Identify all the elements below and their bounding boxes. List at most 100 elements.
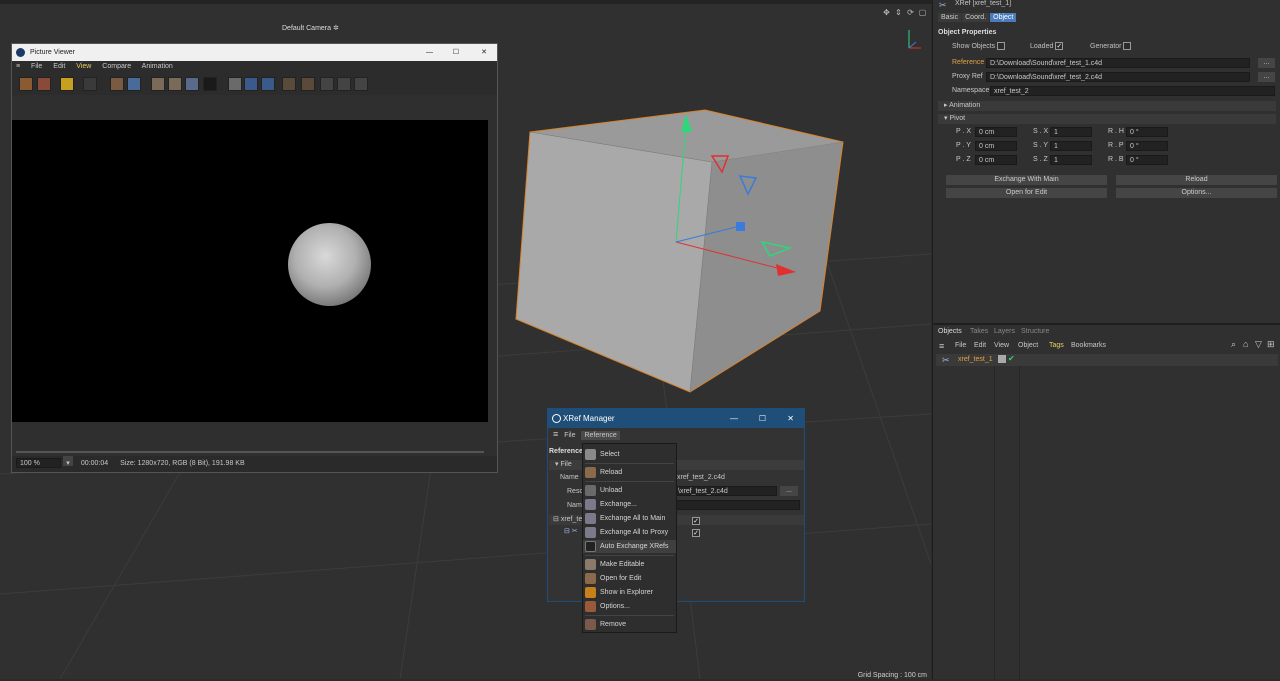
menu-file[interactable]: File [564, 432, 575, 439]
maximize-view-icon[interactable]: ▢ [918, 8, 927, 17]
split-v-icon[interactable] [337, 77, 351, 91]
stop-render-icon[interactable] [83, 77, 97, 91]
cube-object[interactable] [515, 109, 844, 393]
reference-field[interactable]: D:\Download\Sound\xref_test_1.c4d [986, 58, 1250, 68]
namespace-field[interactable] [674, 500, 800, 510]
namespace-field[interactable]: xref_test_2 [990, 86, 1275, 96]
pivot-py-field[interactable]: 0 cm [975, 141, 1017, 151]
zoom-view-icon[interactable]: ⇕ [894, 8, 903, 17]
close-button[interactable]: ✕ [787, 409, 794, 428]
tab-object[interactable]: Object [990, 13, 1017, 22]
enabled-check-icon[interactable]: ✔ [1008, 354, 1015, 363]
pivot-px-field[interactable]: 0 cm [975, 127, 1017, 137]
tree-child-icon[interactable]: ⊟ ✂ [564, 527, 578, 535]
zoom-field[interactable]: 100 % [16, 458, 61, 468]
pivot-sy-field[interactable]: 1 [1050, 141, 1092, 151]
new-window-icon[interactable]: ⊞ [1267, 339, 1275, 350]
menu-tags[interactable]: Tags [1049, 342, 1064, 349]
tab-basic[interactable]: Basic [938, 13, 962, 22]
search-icon[interactable]: ⌕ [1231, 339, 1236, 350]
horizontal-scrollbar[interactable] [16, 451, 484, 453]
hamburger-menu-icon[interactable]: ≡ [16, 63, 20, 70]
tab-structure[interactable]: Structure [1021, 328, 1049, 335]
menu-reference[interactable]: Reference [581, 431, 620, 440]
proxy-field[interactable]: D:\Download\Sound\xref_test_2.c4d [986, 72, 1250, 82]
reference-browse-button[interactable]: ... [1258, 58, 1275, 68]
fit-width-icon[interactable] [261, 77, 275, 91]
maximize-button[interactable]: ☐ [759, 409, 766, 428]
layer-toggle-icon[interactable] [998, 355, 1006, 363]
tab-layers[interactable]: Layers [994, 328, 1015, 335]
hamburger-menu-icon[interactable]: ≡ [553, 429, 558, 439]
menu-item-unload[interactable]: Unload [583, 484, 676, 497]
render-image[interactable] [12, 120, 488, 422]
resolved-field[interactable]: \xref_test_2.c4d [674, 486, 777, 496]
exchange-with-main-button[interactable]: Exchange With Main [946, 175, 1107, 185]
menu-item-auto-exchange[interactable]: Auto Exchange XRefs [583, 540, 676, 553]
menu-item-options[interactable]: Options... [583, 600, 676, 613]
pivot-pz-field[interactable]: 0 cm [975, 155, 1017, 165]
menu-file[interactable]: File [31, 63, 42, 70]
menu-item-exchange[interactable]: Exchange... [583, 498, 676, 511]
close-button[interactable]: ✕ [481, 44, 487, 61]
region-icon[interactable] [228, 77, 242, 91]
pivot-rp-field[interactable]: 0 ° [1126, 141, 1168, 151]
split-h-icon[interactable] [320, 77, 334, 91]
pivot-rh-field[interactable]: 0 ° [1126, 127, 1168, 137]
menu-item-exchange-all-proxy[interactable]: Exchange All to Proxy [583, 526, 676, 539]
tree-row-checkbox[interactable]: ✓ [692, 517, 700, 525]
filter-icon[interactable]: ▽ [1255, 339, 1262, 350]
open-image-icon[interactable] [19, 77, 33, 91]
menu-item-reload[interactable]: Reload [583, 466, 676, 479]
paste-icon[interactable] [127, 77, 141, 91]
options-button[interactable]: Options... [1116, 188, 1277, 198]
menu-edit[interactable]: Edit [53, 63, 65, 70]
pivot-sx-field[interactable]: 1 [1050, 127, 1092, 137]
object-name[interactable]: xref_test_1 [958, 356, 993, 363]
minimize-button[interactable]: — [730, 409, 738, 428]
loaded-checkbox[interactable]: ✓ [1055, 42, 1064, 50]
render-icon[interactable] [60, 77, 74, 91]
picture-viewer-titlebar[interactable]: Picture Viewer — ☐ ✕ [12, 44, 497, 61]
show-objects-checkbox[interactable] [997, 42, 1006, 50]
menu-compare[interactable]: Compare [102, 63, 131, 70]
proxy-browse-button[interactable]: ... [1258, 72, 1275, 82]
rotate-view-icon[interactable]: ⟳ [906, 8, 915, 17]
menu-item-show-in-explorer[interactable]: Show in Explorer [583, 586, 676, 599]
menu-item-select[interactable]: Select [583, 448, 676, 461]
animation-section[interactable]: ▸ Animation [938, 101, 1276, 111]
ab-compare-icon[interactable] [151, 77, 165, 91]
menu-view[interactable]: View [76, 63, 91, 70]
menu-edit[interactable]: Edit [974, 342, 986, 349]
set-b-icon[interactable] [301, 77, 315, 91]
menu-animation[interactable]: Animation [142, 63, 173, 70]
pivot-rb-field[interactable]: 0 ° [1126, 155, 1168, 165]
set-a-icon[interactable] [282, 77, 296, 91]
alpha-icon[interactable] [203, 77, 217, 91]
copy-icon[interactable] [110, 77, 124, 91]
difference-icon[interactable] [354, 77, 368, 91]
menu-item-exchange-all-main[interactable]: Exchange All to Main [583, 512, 676, 525]
resolved-browse-button[interactable]: ... [780, 486, 798, 496]
home-icon[interactable]: ⌂ [1243, 339, 1248, 349]
channel-icon[interactable] [185, 77, 199, 91]
menu-view[interactable]: View [994, 342, 1009, 349]
menu-item-remove[interactable]: Remove [583, 618, 676, 631]
reload-button[interactable]: Reload [1116, 175, 1277, 185]
ab-compare-b-icon[interactable] [168, 77, 182, 91]
hamburger-menu-icon[interactable]: ≡ [939, 341, 944, 351]
minimize-button[interactable]: — [426, 44, 433, 61]
move-view-icon[interactable]: ✥ [882, 8, 891, 17]
menu-item-open-for-edit[interactable]: Open for Edit [583, 572, 676, 585]
generator-checkbox[interactable] [1123, 42, 1132, 50]
tab-coord[interactable]: Coord. [962, 13, 990, 22]
zoom-dropdown-icon[interactable]: ▾ [62, 456, 73, 467]
tab-objects[interactable]: Objects [938, 328, 962, 335]
fit-icon[interactable] [244, 77, 258, 91]
menu-bookmarks[interactable]: Bookmarks [1071, 342, 1106, 349]
menu-file[interactable]: File [955, 342, 966, 349]
pivot-sz-field[interactable]: 1 [1050, 155, 1092, 165]
pivot-section[interactable]: ▾ Pivot [938, 114, 1276, 124]
tree-child-checkbox[interactable]: ✓ [692, 529, 700, 537]
tab-takes[interactable]: Takes [970, 328, 988, 335]
